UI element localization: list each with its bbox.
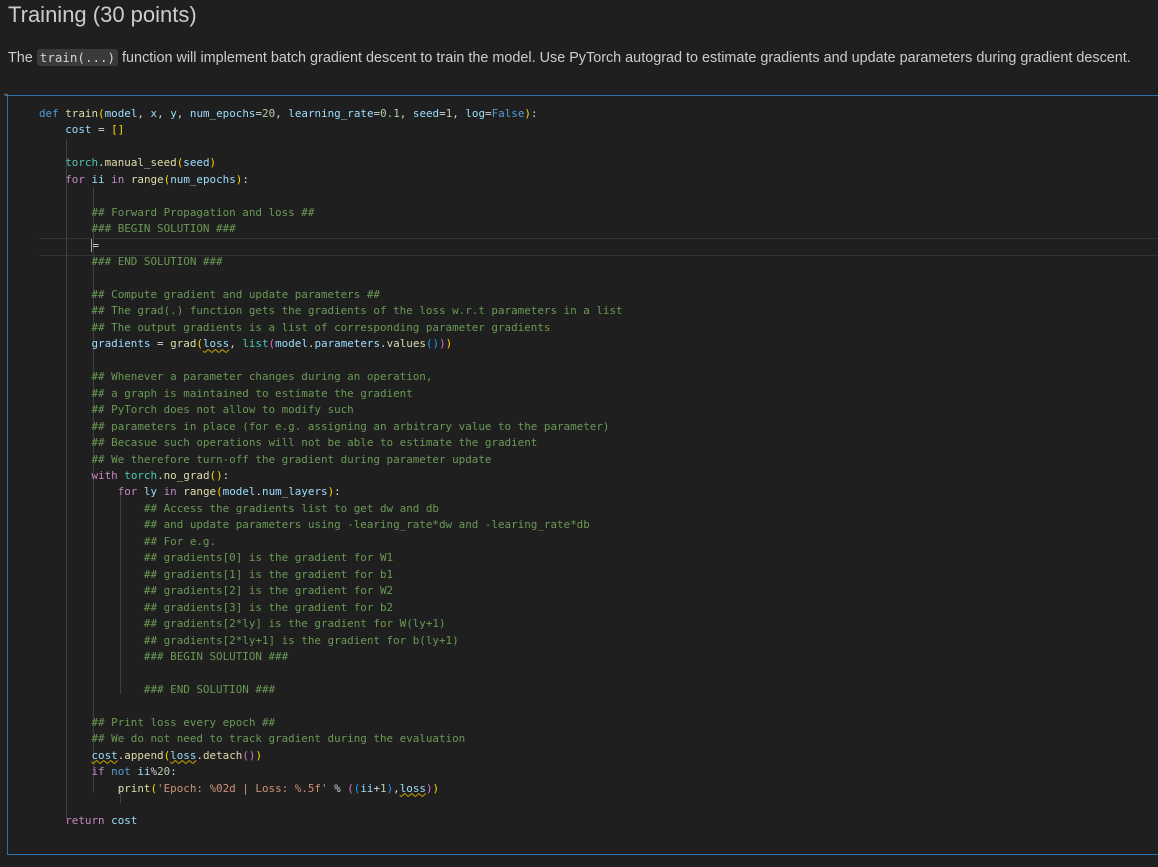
para-text-after: function will implement batch gradient d… [118,50,1131,66]
section-heading: Training (30 points) [8,2,197,27]
para-text-before: The [8,50,37,66]
inline-code-train: train(...) [36,49,119,66]
code-content[interactable]: def train(model, x, y, num_epochs=20, le… [39,106,623,830]
description-paragraph: The train(...) function will implement b… [8,49,1131,66]
code-cell-editor[interactable]: def train(model, x, y, num_epochs=20, le… [7,95,1158,855]
